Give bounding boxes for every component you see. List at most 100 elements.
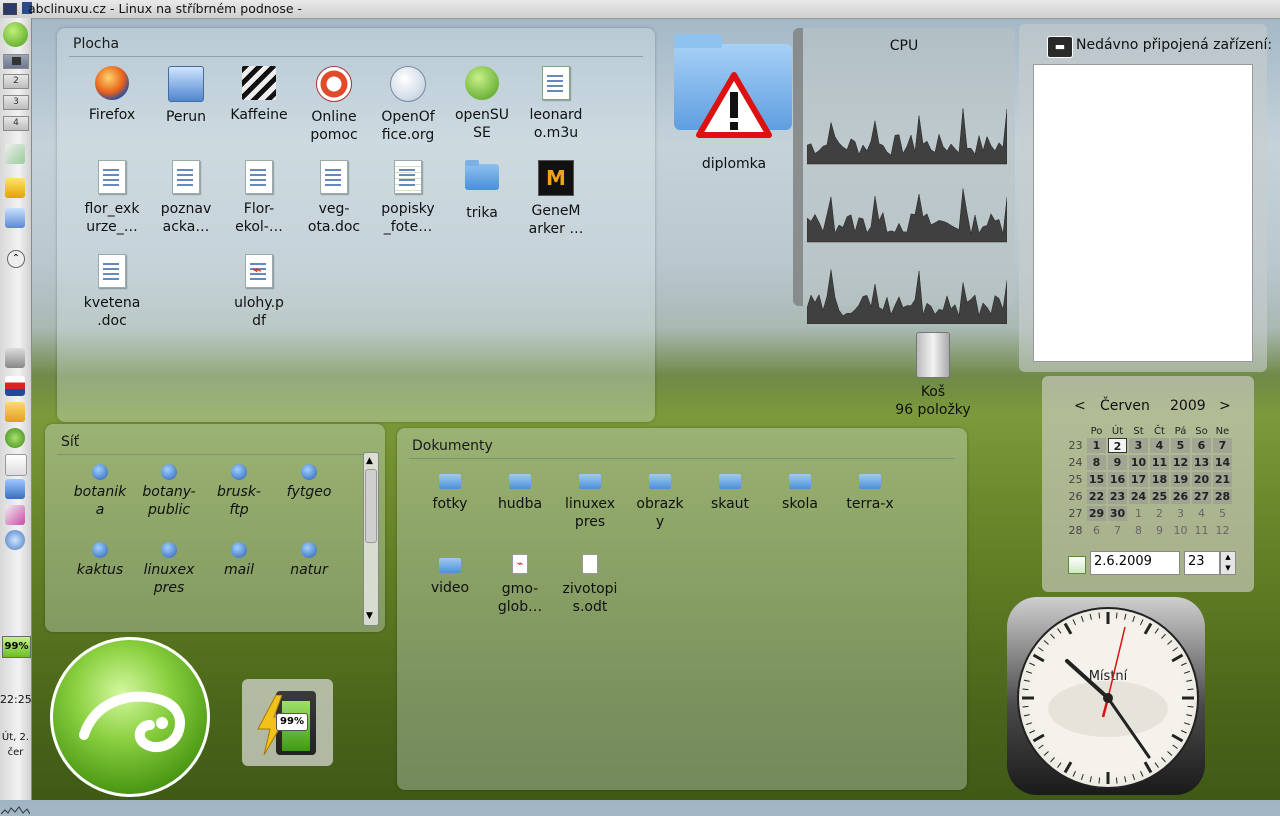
calendar-day[interactable]: 11 <box>1192 523 1211 538</box>
monitor-icon[interactable] <box>5 208 25 228</box>
documents-item-7[interactable]: video <box>415 554 485 597</box>
documents-item-5[interactable]: skola <box>765 470 835 513</box>
calendar-day[interactable]: 10 <box>1129 455 1148 470</box>
pager-desktop-1[interactable] <box>3 54 29 69</box>
sit-scrollbar[interactable]: ▲ ▼ <box>363 452 379 626</box>
calendar-today-icon[interactable] <box>1068 556 1086 574</box>
calendar-day[interactable]: 17 <box>1129 472 1148 487</box>
panel-clock-time[interactable]: 22:25 <box>0 693 32 706</box>
documents-item-9[interactable]: zivotopi s.odt <box>555 554 625 616</box>
calendar-day[interactable]: 3 <box>1171 506 1190 521</box>
collapse-up-icon[interactable]: ⌃ <box>7 250 25 268</box>
calendar-day[interactable]: 3 <box>1129 438 1148 453</box>
documents-item-3[interactable]: obrazk y <box>625 470 695 531</box>
scroll-down-icon[interactable]: ▼ <box>366 611 373 621</box>
pager-desktop-3[interactable]: 3 <box>3 95 29 110</box>
network-share-6[interactable]: mail <box>204 542 274 579</box>
calendar-day[interactable]: 4 <box>1150 438 1169 453</box>
desktop-icon-3[interactable]: Online pomoc <box>296 66 372 144</box>
calendar-day[interactable]: 26 <box>1171 489 1190 504</box>
network-manager-icon[interactable] <box>5 505 25 525</box>
pager-desktop-2[interactable]: 2 <box>3 74 29 89</box>
window-menu-icon[interactable] <box>3 3 17 15</box>
calendar-day[interactable]: 6 <box>1087 523 1106 538</box>
calendar-week-spinner[interactable]: ▲ ▼ <box>1220 551 1236 575</box>
network-share-1[interactable]: botany-public <box>134 464 204 519</box>
diplomka-folder[interactable]: diplomka <box>672 30 796 180</box>
calendar-day[interactable]: 5 <box>1171 438 1190 453</box>
system-info-icon[interactable] <box>5 530 25 550</box>
week-number[interactable]: 28 <box>1066 523 1085 538</box>
desktop-icon-0[interactable]: Firefox <box>74 66 150 124</box>
calendar-next-month[interactable]: > <box>1219 398 1231 414</box>
calendar-day[interactable]: 23 <box>1108 489 1127 504</box>
desktop-icon-5[interactable]: openSU SE <box>444 66 520 142</box>
week-number[interactable]: 25 <box>1066 472 1085 487</box>
pager-desktop-4[interactable]: 4 <box>3 116 29 131</box>
week-number[interactable]: 23 <box>1066 438 1085 453</box>
calendar-day[interactable]: 1 <box>1087 438 1106 453</box>
network-share-4[interactable]: kaktus <box>65 542 135 579</box>
week-number[interactable]: 24 <box>1066 455 1085 470</box>
calendar-day[interactable]: 2 <box>1150 506 1169 521</box>
battery-indicator[interactable]: 99% <box>2 636 31 658</box>
star-icon[interactable] <box>5 178 25 198</box>
calendar-day[interactable]: 1 <box>1129 506 1148 521</box>
folder-open-icon[interactable] <box>5 402 25 422</box>
calendar-day[interactable]: 7 <box>1213 438 1232 453</box>
desktop-icon-12[interactable]: trika <box>444 160 520 222</box>
desktop-icon-10[interactable]: veg-ota.doc <box>296 160 372 236</box>
documents-item-1[interactable]: hudba <box>485 470 555 513</box>
calendar-day[interactable]: 21 <box>1213 472 1232 487</box>
calendar-day[interactable]: 10 <box>1171 523 1190 538</box>
trash-widget[interactable]: Koš 96 položky <box>895 328 971 418</box>
desktop-icon-1[interactable]: Perun <box>148 66 224 126</box>
week-number[interactable]: 26 <box>1066 489 1085 504</box>
calendar-day[interactable]: 15 <box>1087 472 1106 487</box>
devices-list[interactable] <box>1033 64 1253 362</box>
battery-widget[interactable]: 99% <box>242 679 333 766</box>
calendar-day[interactable]: 9 <box>1108 455 1127 470</box>
desktop-icon-8[interactable]: poznav acka… <box>148 160 224 236</box>
desktop-icon-4[interactable]: OpenOf fice.org <box>370 66 446 144</box>
calendar-day[interactable]: 6 <box>1192 438 1211 453</box>
network-share-5[interactable]: linuxex pres <box>134 542 204 597</box>
clipboard-icon[interactable] <box>5 454 27 476</box>
calendar-day[interactable]: 16 <box>1108 472 1127 487</box>
network-share-0[interactable]: botanik a <box>65 464 135 519</box>
calendar-day[interactable]: 25 <box>1150 489 1169 504</box>
eraser-check-icon[interactable] <box>5 144 25 164</box>
documents-item-6[interactable]: terra-x <box>835 470 905 513</box>
week-number[interactable]: 27 <box>1066 506 1085 521</box>
calendar-day[interactable]: 8 <box>1129 523 1148 538</box>
desktop-icon-16[interactable]: ⌁ ulohy.p df <box>221 254 297 330</box>
scroll-up-icon[interactable]: ▲ <box>366 456 373 466</box>
desktop-icon-6[interactable]: leonard o.m3u <box>518 66 594 142</box>
calendar-date-input[interactable]: 2.6.2009 <box>1090 551 1180 575</box>
calendar-day[interactable]: 9 <box>1150 523 1169 538</box>
network-share-2[interactable]: brusk-ftp <box>204 464 274 519</box>
documents-item-2[interactable]: linuxex pres <box>555 470 625 531</box>
calendar-day[interactable]: 7 <box>1108 523 1127 538</box>
calendar-day[interactable]: 28 <box>1213 489 1232 504</box>
desktop-icon-2[interactable]: Kaffeine <box>221 66 297 124</box>
network-share-3[interactable]: fytgeo <box>274 464 344 501</box>
calendar-day[interactable]: 8 <box>1087 455 1106 470</box>
calendar-day[interactable]: 5 <box>1213 506 1232 521</box>
desktop-icon-11[interactable]: popisky _fote… <box>370 160 446 236</box>
calendar-prev-month[interactable]: < <box>1074 398 1086 414</box>
calendar-day[interactable]: 24 <box>1129 489 1148 504</box>
calendar-week-input[interactable]: 23 <box>1184 551 1220 575</box>
desktop-icon-7[interactable]: flor_exk urze_… <box>74 160 150 236</box>
desktop-icon-14[interactable]: kvetena .doc <box>74 254 150 330</box>
desktop-icon-13[interactable]: M GeneM arker … <box>518 160 594 238</box>
opensuse-logo[interactable] <box>50 637 210 797</box>
cpu-monitor-widget[interactable]: CPU <box>793 28 1015 324</box>
calendar-month[interactable]: Červen <box>1100 398 1150 414</box>
calendar-day[interactable]: 27 <box>1192 489 1211 504</box>
calendar-day[interactable]: 13 <box>1192 455 1211 470</box>
window-titlebar[interactable]: abclinuxu.cz - Linux na stříbrném podnos… <box>0 0 1280 19</box>
keyboard-layout-cz-icon[interactable] <box>5 376 25 396</box>
network-share-7[interactable]: natur <box>274 542 344 579</box>
volume-icon[interactable] <box>5 348 25 368</box>
